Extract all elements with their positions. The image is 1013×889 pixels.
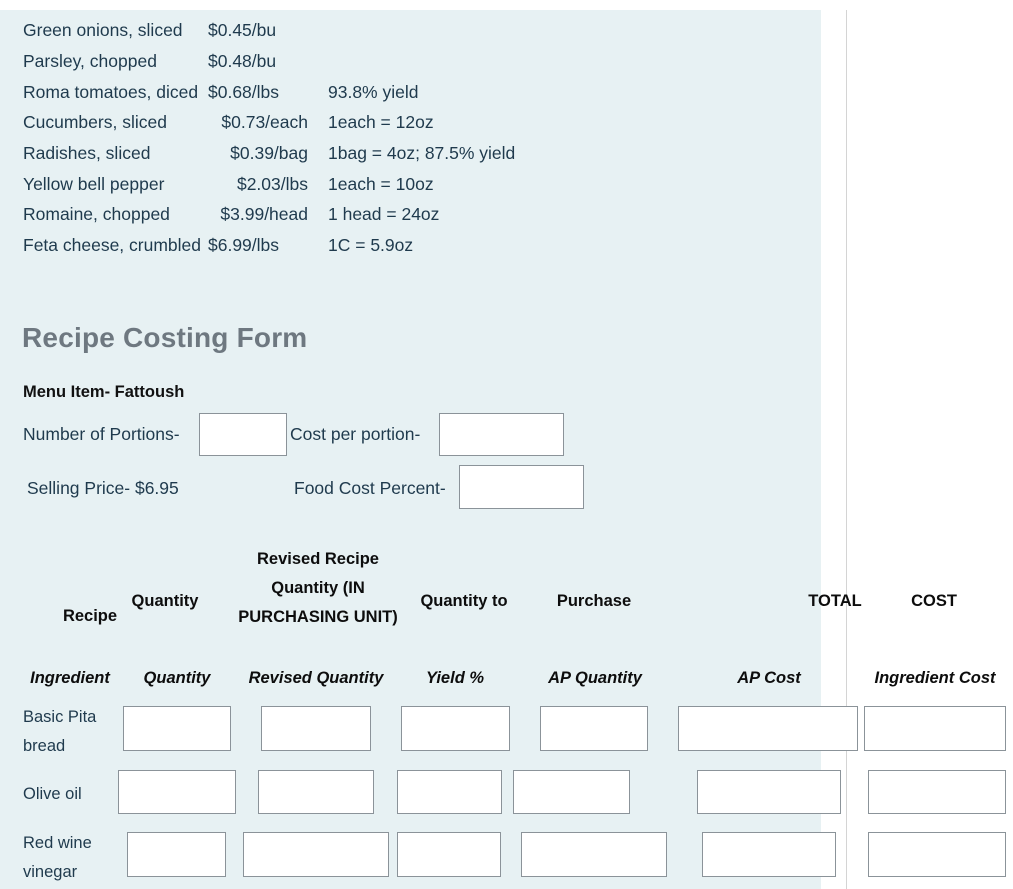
ingredient-price-row: Roma tomatoes, diced $0.68/lbs 93.8% yie… [0,77,660,107]
cell-yield-percent-row-0[interactable] [401,706,510,751]
subheader-ingredient-cost: Ingredient Cost [874,669,996,687]
ingredient-price-row: Parsley, chopped $0.48/bu [0,46,660,76]
ingredient-price-row: Yellow bell pepper $2.03/lbs 1each = 10o… [0,169,660,199]
ingredient-note: 1 head = 24oz [328,204,440,224]
cell-ap-quantity-row-0[interactable] [540,706,648,751]
cell-ap-quantity-row-1[interactable] [513,770,630,814]
ingredient-name: Feta cheese, crumbled [23,235,202,255]
ingredient-note: 93.8% yield [328,82,419,102]
row-label-ingredient: Red wine vinegar [23,834,92,881]
food-cost-percent-input[interactable] [459,465,584,509]
column-header-quantity-to: Quantity to [420,592,508,610]
ingredient-note: 1each = 10oz [328,174,434,194]
cell-ap-cost-row-1[interactable] [697,770,841,814]
ingredient-price: $0.73/each [221,112,308,132]
ingredient-price: $0.48/bu [208,51,277,71]
subheader-revised-quantity: Revised Quantity [248,669,384,687]
ingredient-name: Yellow bell pepper [23,174,165,194]
subheader-ap-cost: AP Cost [737,669,801,687]
ingredient-note: 1each = 12oz [328,112,434,132]
subheader-yield-percent: Yield % [425,669,485,687]
ingredient-price-row: Green onions, sliced $0.45/bu [0,15,660,45]
cell-yield-percent-row-2[interactable] [397,832,501,877]
ingredient-price-row: Radishes, sliced $0.39/bag 1bag = 4oz; 8… [0,138,660,168]
ingredient-price-row: Romaine, chopped $3.99/head 1 head = 24o… [0,199,660,229]
subheader-ingredient: Ingredient [30,669,110,687]
ingredient-name: Cucumbers, sliced [23,112,167,132]
cell-quantity-row-0[interactable] [123,706,231,751]
cell-ap-cost-row-2[interactable] [702,832,836,877]
food-cost-percent-label: Food Cost Percent- [294,478,446,498]
ingredient-price: $2.03/lbs [236,174,308,194]
ingredient-price: $6.99/lbs [208,235,280,255]
row-label-ingredient: Basic Pita bread [23,708,97,755]
ingredient-note: 1C = 5.9oz [328,235,414,255]
ingredient-price: $3.99/head [220,204,308,224]
number-of-portions-label: Number of Portions- [23,424,180,444]
column-header-purchase: Purchase [556,592,632,610]
cell-ap-quantity-row-2[interactable] [521,832,667,877]
column-header-quantity: Quantity [131,592,199,610]
cell-revised-quantity-row-2[interactable] [243,832,389,877]
page-title: Recipe Costing Form [22,322,308,353]
subheader-quantity: Quantity [143,669,211,687]
ingredient-price: $0.68/lbs [208,82,280,102]
ingredient-price-row: Feta cheese, crumbled $6.99/lbs 1C = 5.9… [0,230,660,260]
cost-per-portion-input[interactable] [439,413,564,456]
ingredient-name: Romaine, chopped [23,204,170,224]
number-of-portions-input[interactable] [199,413,287,456]
ingredient-name: Radishes, sliced [23,143,151,163]
menu-item-label: Menu Item- Fattoush [23,383,185,401]
selling-price-label: Selling Price- $6.95 [27,478,179,498]
cost-per-portion-label: Cost per portion- [290,424,421,444]
ingredient-price-row: Cucumbers, sliced $0.73/each 1each = 12o… [0,107,660,137]
ingredient-name: Parsley, chopped [23,51,157,71]
ingredient-name: Green onions, sliced [23,20,183,40]
column-header-revised-recipe-quantity: Revised Recipe Quantity (IN PURCHASING U… [238,550,398,626]
row-label-ingredient: Olive oil [23,785,82,803]
document-content: Green onions, sliced $0.45/bu Parsley, c… [0,0,1013,889]
ingredient-price: $0.45/bu [208,20,277,40]
cell-revised-quantity-row-1[interactable] [258,770,374,814]
cell-quantity-row-1[interactable] [118,770,236,814]
subheader-ap-quantity: AP Quantity [548,669,642,687]
ingredient-price: $0.39/bag [230,143,308,163]
cell-ingredient-cost-row-0[interactable] [864,706,1006,751]
ingredient-note: 1bag = 4oz; 87.5% yield [328,143,516,163]
column-header-total: TOTAL [808,592,862,610]
cell-ap-cost-row-0[interactable] [678,706,858,751]
cell-ingredient-cost-row-1[interactable] [868,770,1006,814]
cell-yield-percent-row-1[interactable] [397,770,502,814]
column-header-cost: COST [911,592,957,610]
cell-revised-quantity-row-0[interactable] [261,706,371,751]
cell-quantity-row-2[interactable] [127,832,226,877]
ingredient-name: Roma tomatoes, diced [23,82,199,102]
cell-ingredient-cost-row-2[interactable] [868,832,1006,877]
